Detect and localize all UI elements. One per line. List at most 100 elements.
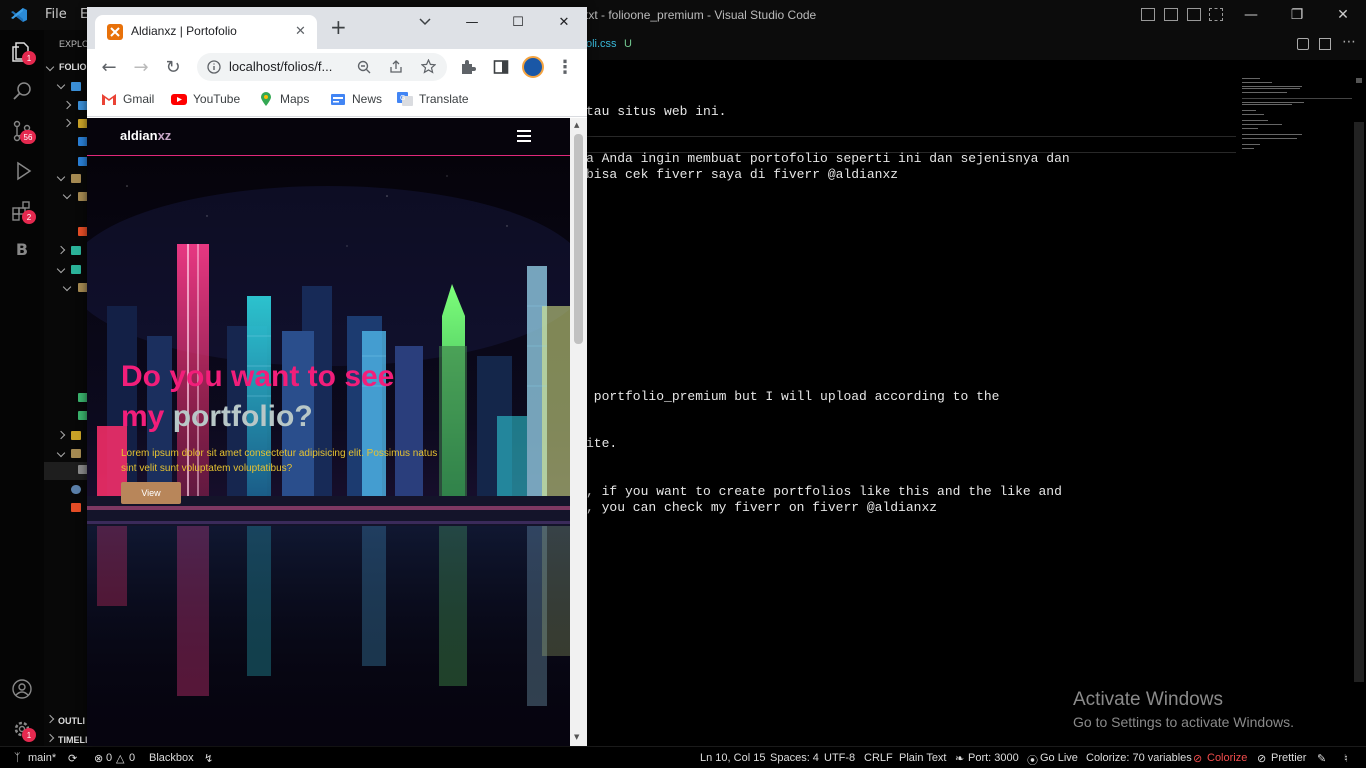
chevron-down-icon[interactable] [45, 62, 55, 72]
prettier-status[interactable]: Prettier [1271, 752, 1306, 764]
workspace-root[interactable]: FOLIO [59, 62, 87, 72]
close-button[interactable]: ✕ [1320, 0, 1366, 30]
site-logo[interactable]: aldianxz [120, 128, 171, 143]
address-bar[interactable]: localhost/folios/f... [197, 53, 447, 81]
hamburger-menu-icon[interactable] [517, 130, 531, 145]
tab-search-chevron-icon[interactable] [419, 15, 431, 27]
youtube-icon [171, 94, 187, 105]
reload-button[interactable]: ↻ [161, 55, 185, 79]
minimize-button[interactable]: — [1228, 0, 1274, 30]
page-scrollbar-thumb[interactable] [574, 134, 583, 344]
bookmark-news[interactable]: News [330, 92, 382, 106]
zoom-icon[interactable] [357, 60, 371, 74]
chevron-right-icon[interactable] [45, 733, 55, 743]
toggle-sidebar-icon[interactable] [1141, 8, 1155, 21]
html-file-icon [71, 503, 81, 512]
view-button[interactable]: View [121, 482, 181, 504]
chevron-down-icon[interactable] [56, 448, 66, 458]
timeline-section[interactable]: TIMELI [58, 735, 88, 745]
live-server-port[interactable]: Port: 3000 [968, 752, 1019, 764]
error-icon: ⊗ [94, 753, 104, 765]
chevron-right-icon[interactable] [56, 245, 66, 255]
new-tab-button[interactable]: + [330, 17, 347, 37]
chevron-right-icon[interactable] [45, 714, 55, 724]
forward-button[interactable]: → [129, 55, 153, 79]
folder-icon [71, 174, 81, 183]
minimap[interactable] [1242, 76, 1352, 166]
bookmark-translate[interactable]: G Translate [397, 92, 469, 106]
profile-avatar[interactable] [522, 56, 544, 78]
branch-icon: ᛉ [14, 752, 21, 764]
svg-text:G: G [400, 95, 405, 102]
bookmark-maps[interactable]: Maps [258, 92, 309, 106]
code-line: , if you want to create portfolios like … [586, 484, 1062, 499]
side-panel-icon[interactable] [493, 59, 509, 75]
hero-title: Do you want to see my portfolio? [121, 357, 451, 437]
bookmark-star-icon[interactable] [421, 59, 436, 74]
notifications-icon[interactable]: ♮ [1344, 752, 1348, 765]
sync-icon[interactable]: ⟳ [68, 752, 77, 765]
cursor-position[interactable]: Ln 10, Col 15 [700, 752, 765, 764]
page-viewport[interactable]: aldianxz Do you want to see my portfolio?… [87, 118, 570, 746]
extensions-puzzle-icon[interactable] [460, 59, 476, 75]
bookmark-youtube[interactable]: YouTube [171, 92, 240, 106]
folder-icon [71, 449, 81, 458]
indentation[interactable]: Spaces: 4 [770, 752, 819, 764]
code-line: a Anda ingin membuat portofolio seperti … [586, 151, 1070, 166]
lightning-icon[interactable]: ↯ [204, 752, 213, 765]
editor-area[interactable]: tau situs web ini. a Anda ingin membuat … [586, 60, 1366, 746]
blackbox-status[interactable]: Blackbox [149, 752, 194, 764]
search-icon[interactable] [11, 80, 33, 102]
browser-tab[interactable]: Aldianxz | Portofolio ✕ [95, 15, 317, 49]
line-ending[interactable]: CRLF [864, 752, 893, 764]
run-debug-icon[interactable] [11, 160, 33, 182]
tab-title: Aldianxz | Portofolio [131, 24, 237, 38]
bookmarks-bar: Gmail YouTube Maps News G Translate [87, 85, 587, 117]
warnings-count[interactable]: 0 [129, 752, 135, 764]
blackbox-icon[interactable]: B [11, 240, 33, 262]
tab-file-name[interactable]: oli.css [586, 38, 617, 50]
page-scrollbar[interactable]: ▲ ▼ [570, 118, 587, 746]
chevron-down-icon[interactable] [56, 80, 66, 90]
scroll-up-icon[interactable]: ▲ [574, 121, 579, 129]
language-mode[interactable]: Plain Text [899, 752, 947, 764]
more-actions-icon[interactable]: ⋯ [1342, 34, 1356, 50]
chrome-close-button[interactable]: ✕ [541, 7, 587, 37]
share-icon[interactable] [389, 60, 403, 74]
menu-file[interactable]: File [45, 7, 67, 22]
split-editor-icon[interactable] [1319, 38, 1331, 50]
colorize-toggle[interactable]: Colorize [1207, 752, 1247, 764]
open-changes-icon[interactable] [1297, 38, 1309, 50]
chevron-down-icon[interactable] [56, 172, 66, 182]
feedback-icon[interactable]: ✎ [1317, 752, 1326, 765]
outline-section[interactable]: OUTLI [58, 716, 85, 726]
status-bar: ᛉ main* ⟳ ⊗ 0 △ 0 Blackbox ↯ Ln 10, Col … [0, 746, 1366, 768]
chevron-right-icon[interactable] [62, 100, 72, 110]
encoding[interactable]: UTF-8 [824, 752, 855, 764]
bookmark-gmail[interactable]: Gmail [101, 92, 154, 106]
problems-count[interactable]: 0 [106, 752, 112, 764]
editor-scrollbar[interactable] [1354, 122, 1364, 682]
branch-name[interactable]: main* [28, 752, 56, 764]
site-info-icon[interactable] [207, 60, 221, 74]
url-text[interactable]: localhost/folios/f... [229, 59, 332, 74]
tab-close-icon[interactable]: ✕ [295, 24, 306, 39]
restore-button[interactable]: ❐ [1274, 0, 1320, 30]
chevron-down-icon[interactable] [62, 282, 72, 292]
chevron-down-icon[interactable] [62, 190, 72, 200]
colorize-variables[interactable]: Colorize: 70 variables [1086, 752, 1192, 764]
chevron-right-icon[interactable] [62, 118, 72, 128]
prettier-icon: ⊘ [1257, 753, 1267, 765]
chevron-down-icon[interactable] [56, 264, 66, 274]
back-button[interactable]: ← [97, 55, 121, 79]
chrome-menu-icon[interactable]: ⋮ [553, 55, 577, 79]
chrome-minimize-button[interactable]: — [449, 7, 495, 37]
go-live-button[interactable]: Go Live [1040, 752, 1078, 764]
chevron-right-icon[interactable] [56, 430, 66, 440]
toggle-secondary-sidebar-icon[interactable] [1187, 8, 1201, 21]
customize-layout-icon[interactable] [1209, 8, 1223, 21]
account-icon[interactable] [11, 678, 33, 700]
toggle-panel-icon[interactable] [1164, 8, 1178, 21]
scroll-down-icon[interactable]: ▼ [574, 733, 579, 741]
chrome-maximize-button[interactable]: ☐ [495, 7, 541, 37]
